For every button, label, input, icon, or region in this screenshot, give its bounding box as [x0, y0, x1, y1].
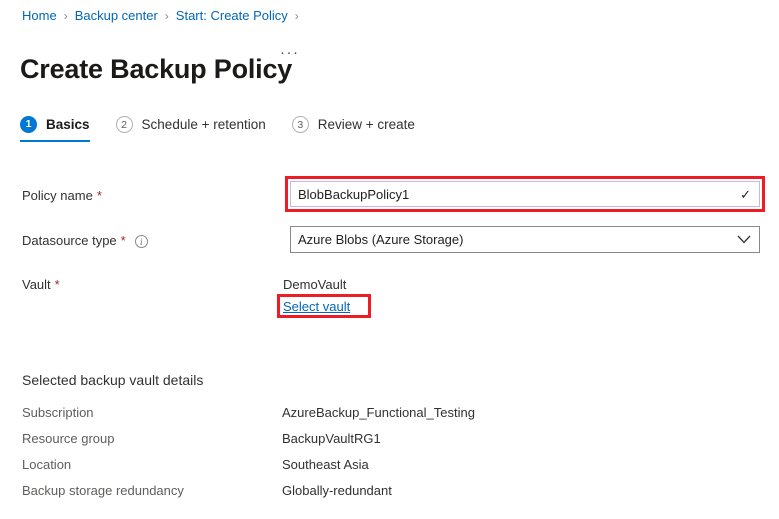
detail-value-subscription: AzureBackup_Functional_Testing	[282, 404, 475, 421]
tab-basics-label: Basics	[46, 116, 90, 133]
breadcrumb-separator-icon: ›	[64, 8, 68, 24]
tab-basics-number: 1	[20, 116, 37, 133]
detail-value-resource-group: BackupVaultRG1	[282, 430, 381, 447]
policy-name-input-value: BlobBackupPolicy1	[298, 187, 740, 202]
tab-review-create-number: 3	[292, 116, 309, 133]
vault-label: Vault *	[22, 276, 60, 294]
datasource-type-required-marker: *	[121, 235, 126, 247]
datasource-type-selected-value: Azure Blobs (Azure Storage)	[298, 232, 737, 247]
detail-value-backup-storage-redundancy: Globally-redundant	[282, 482, 392, 499]
chevron-down-icon	[737, 231, 751, 249]
info-icon[interactable]: i	[135, 235, 148, 248]
detail-label-location: Location	[22, 456, 71, 473]
tab-basics[interactable]: 1 Basics	[20, 116, 90, 142]
tab-review-create[interactable]: 3 Review + create	[292, 116, 415, 142]
detail-label-backup-storage-redundancy: Backup storage redundancy	[22, 482, 184, 499]
page-title: Create Backup Policy	[20, 52, 292, 86]
valid-check-icon: ✓	[740, 188, 751, 201]
vault-label-text: Vault	[22, 276, 51, 294]
breadcrumb-separator-icon: ›	[165, 8, 169, 24]
tab-schedule-retention-label: Schedule + retention	[142, 116, 266, 133]
breadcrumb: Home › Backup center › Start: Create Pol…	[22, 8, 306, 24]
detail-label-subscription: Subscription	[22, 404, 94, 421]
select-vault-link[interactable]: Select vault	[283, 298, 350, 315]
policy-name-required-marker: *	[97, 190, 102, 202]
breadcrumb-separator-icon: ›	[295, 8, 299, 24]
breadcrumb-item-backup-center[interactable]: Backup center	[75, 8, 158, 24]
policy-name-label: Policy name *	[22, 187, 102, 205]
datasource-type-label-text: Datasource type	[22, 232, 117, 250]
vault-selected-value: DemoVault	[283, 276, 346, 293]
breadcrumb-item-start-create-policy[interactable]: Start: Create Policy	[176, 8, 288, 24]
datasource-type-dropdown[interactable]: Azure Blobs (Azure Storage)	[290, 226, 760, 253]
selected-vault-details-heading: Selected backup vault details	[22, 371, 203, 390]
more-actions-ellipsis-icon[interactable]: ···	[280, 44, 300, 61]
tab-schedule-retention-number: 2	[116, 116, 133, 133]
datasource-type-label: Datasource type * i	[22, 232, 148, 250]
detail-label-resource-group: Resource group	[22, 430, 115, 447]
tab-schedule-retention[interactable]: 2 Schedule + retention	[116, 116, 266, 142]
tab-review-create-label: Review + create	[318, 116, 415, 133]
vault-required-marker: *	[55, 279, 60, 291]
breadcrumb-item-home[interactable]: Home	[22, 8, 57, 24]
policy-name-label-text: Policy name	[22, 187, 93, 205]
wizard-tabs: 1 Basics 2 Schedule + retention 3 Review…	[20, 116, 441, 142]
policy-name-input[interactable]: BlobBackupPolicy1 ✓	[290, 181, 760, 207]
detail-value-location: Southeast Asia	[282, 456, 369, 473]
